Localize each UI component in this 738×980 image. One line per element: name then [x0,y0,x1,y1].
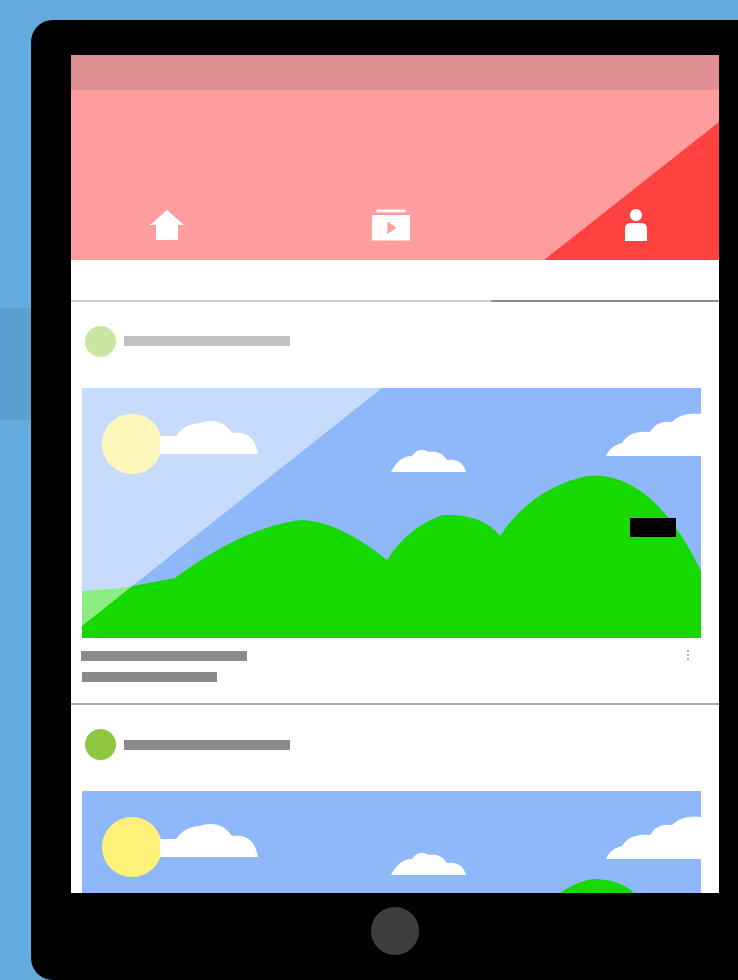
video-meta-placeholder [82,672,217,682]
status-bar [71,55,719,90]
subscriptions-icon [371,209,411,241]
more-vert-icon[interactable] [679,644,697,666]
video-thumbnail[interactable] [82,388,701,638]
tab-subscriptions[interactable] [371,205,411,245]
video-card[interactable] [71,705,719,893]
channel-avatar[interactable] [85,326,116,357]
video-title-placeholder [81,651,247,661]
tab-account[interactable] [616,205,656,245]
duration-badge [630,518,676,537]
landscape-image [82,791,701,893]
app-bar [71,90,719,260]
tablet-screen [71,55,719,893]
channel-name-placeholder [124,740,290,750]
tab-strip [71,260,719,300]
video-card[interactable] [71,302,719,702]
video-thumbnail[interactable] [82,791,701,893]
channel-avatar[interactable] [85,729,116,760]
person-icon [625,209,647,241]
home-icon [150,210,184,240]
tablet-home-button[interactable] [371,907,419,955]
tab-home[interactable] [147,205,187,245]
channel-name-placeholder [124,336,290,346]
landscape-image [82,388,701,638]
